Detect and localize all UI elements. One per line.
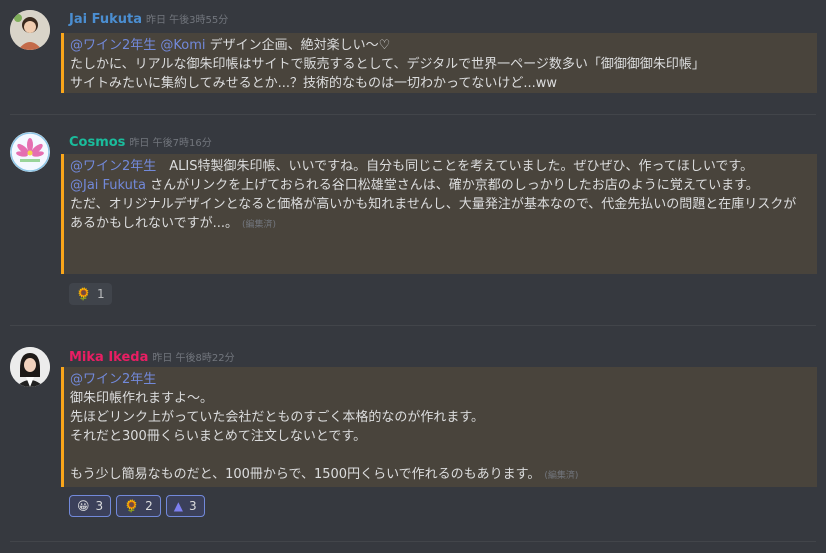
reactions: 😀 3 🌻 2 ▲ 3: [69, 495, 205, 517]
mention-wine[interactable]: @ワイン2年生: [70, 372, 156, 387]
message-text: ALIS特製御朱印帳、いいですね。自分も同じことを考えていました。ぜひぜひ、作っ…: [156, 159, 754, 174]
mention-wine[interactable]: @ワイン2年生: [70, 159, 156, 174]
edited-label: (編集済): [544, 471, 579, 481]
reactions: 🌻 1: [69, 283, 112, 305]
reaction-alis[interactable]: ▲ 3: [165, 495, 205, 517]
message-text: もう少し簡易なものだと、100冊からで、1500円くらいで作れるのもあります。: [70, 467, 541, 482]
woman-avatar-icon: [10, 347, 50, 387]
message-text: 御朱印帳作れますよ〜。: [70, 391, 214, 406]
message-header: Mika Ikeda 昨日 午後8時22分: [69, 349, 235, 365]
message-divider: [10, 325, 816, 326]
mention-komi[interactable]: @Komi: [160, 38, 205, 53]
message-content: @ワイン2年生 御朱印帳作れますよ〜。 先ほどリンク上がっていた会社だとものすご…: [61, 367, 817, 487]
timestamp: 昨日 午後7時16分: [129, 138, 212, 149]
message-divider: [10, 114, 816, 115]
avatar-jai-fukuta[interactable]: [10, 10, 50, 50]
sunflower-icon: 🌻: [76, 287, 91, 301]
message-divider: [10, 541, 816, 542]
message-text: デザイン企画、絶対楽しい〜♡: [209, 38, 391, 53]
message-text: サイトみたいに集約してみせるとか...？技術的なものは一切わかってないけど...…: [70, 76, 558, 91]
avatar-cosmos[interactable]: [10, 132, 50, 172]
message-text: ただ、オリジナルデザインとなると価格が高いかも知れませんし、大量発注が基本なので…: [70, 197, 797, 231]
reaction-sunflower[interactable]: 🌻 1: [69, 283, 112, 305]
reaction-count: 3: [95, 499, 104, 513]
mention-jai-fukuta[interactable]: @Jai Fukuta: [70, 178, 146, 193]
message-text: [70, 446, 811, 465]
author-name[interactable]: Cosmos: [69, 135, 125, 150]
message-header: Jai Fukuta 昨日 午後3時55分: [69, 11, 228, 27]
edited-label: (編集済): [242, 220, 277, 230]
person-avatar-icon: [10, 10, 50, 50]
message-header: Cosmos 昨日 午後7時16分: [69, 134, 212, 150]
reaction-count: 3: [188, 499, 197, 513]
grinning-face-icon: 😀: [77, 499, 90, 513]
alis-logo-icon: ▲: [173, 499, 183, 513]
avatar-mika-ikeda[interactable]: [10, 347, 50, 387]
mention-wine[interactable]: @ワイン2年生: [70, 38, 156, 53]
reaction-grinning-face[interactable]: 😀 3: [69, 495, 112, 517]
author-name[interactable]: Mika Ikeda: [69, 350, 148, 365]
message-text: それだと300冊くらいまとめて注文しないとです。: [70, 429, 367, 444]
message-content: @ワイン2年生 @Komi デザイン企画、絶対楽しい〜♡ たしかに、リアルな御朱…: [61, 33, 817, 93]
message-text: たしかに、リアルな御朱印帳はサイトで販売するとして、デジタルで世界一ページ数多い…: [70, 57, 705, 72]
message-text: 先ほどリンク上がっていた会社だとものすごく本格的なのが作れます。: [70, 410, 485, 425]
message-text: さんがリンクを上げておられる谷口松雄堂さんは、確か京都のしっかりしたお店のように…: [145, 178, 759, 193]
timestamp: 昨日 午後8時22分: [152, 353, 235, 364]
sunflower-icon: 🌻: [124, 499, 140, 513]
reaction-count: 2: [145, 499, 153, 513]
flower-avatar-icon: [10, 132, 50, 172]
author-name[interactable]: Jai Fukuta: [69, 12, 142, 27]
message-content: @ワイン2年生 ALIS特製御朱印帳、いいですね。自分も同じことを考えていました…: [61, 154, 817, 274]
reaction-sunflower[interactable]: 🌻 2: [116, 495, 161, 517]
timestamp: 昨日 午後3時55分: [145, 15, 229, 26]
reaction-count: 1: [96, 287, 105, 301]
